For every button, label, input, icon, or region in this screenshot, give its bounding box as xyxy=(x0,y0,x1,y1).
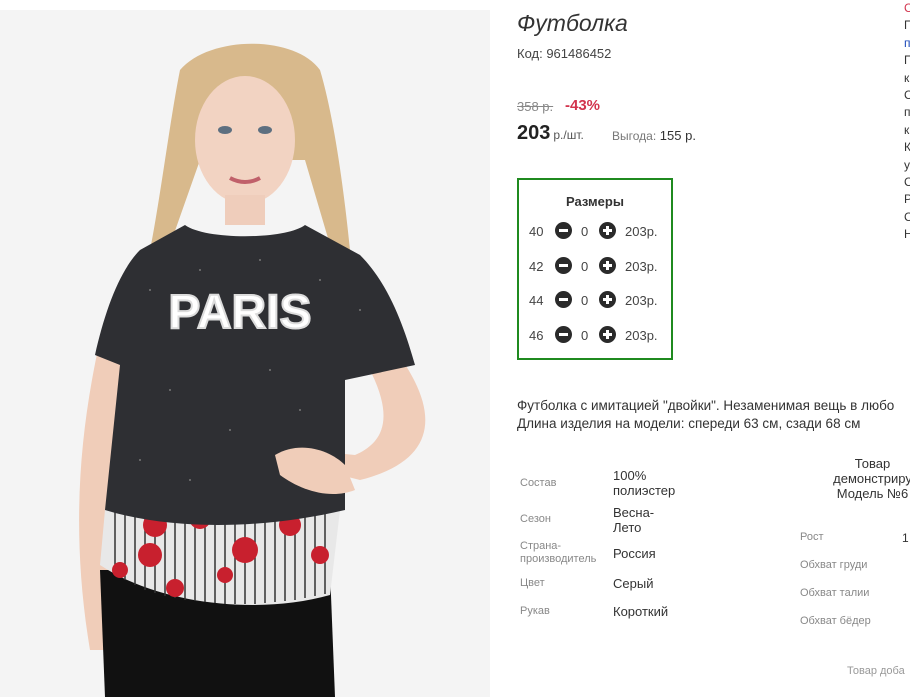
model-heading-line: демонстриру xyxy=(833,471,910,486)
model-param-value: 1 xyxy=(902,531,909,545)
product-sku: Код: 961486452 xyxy=(517,46,612,61)
minus-icon[interactable] xyxy=(555,222,572,239)
property-label: Страна-производитель xyxy=(520,540,597,565)
size-row: 40 0 203р. xyxy=(519,222,671,242)
size-price: 203р. xyxy=(625,293,658,308)
sidebar-fragment[interactable]: п xyxy=(904,35,910,52)
old-price: 358 р. xyxy=(517,99,554,114)
model-heading-line: Модель №6 xyxy=(836,486,909,501)
price-value: 203 xyxy=(517,122,551,144)
sidebar-fragment[interactable]: Н xyxy=(904,226,910,240)
size-quantity: 0 xyxy=(581,259,589,274)
plus-icon[interactable] xyxy=(599,257,616,274)
model-param-label: Обхват груди xyxy=(800,559,868,571)
product-photo[interactable]: PARIS xyxy=(0,10,490,697)
current-price: 203 р./шт. xyxy=(517,122,584,145)
sidebar-fragment[interactable]: С xyxy=(904,209,910,226)
savings-value: 155 р. xyxy=(659,128,696,143)
minus-icon[interactable] xyxy=(555,257,572,274)
model-photo-illustration: PARIS xyxy=(0,10,490,697)
model-info-heading: Товар демонстриру Модель №6 xyxy=(805,456,910,501)
size-label: 46 xyxy=(529,328,544,343)
property-value: Короткий xyxy=(613,604,669,619)
size-selector: Размеры 40 0 203р. 42 0 203р. 44 0 203р.… xyxy=(517,178,673,360)
savings: Выгода: 155 р. xyxy=(612,128,696,143)
product-description: Футболка с имитацией "двойки". Незаменим… xyxy=(517,397,910,433)
model-heading-line: Товар xyxy=(854,456,891,471)
sidebar-fragment[interactable]: п xyxy=(904,104,910,121)
size-label: 40 xyxy=(529,224,544,239)
size-price: 203р. xyxy=(625,259,658,274)
sidebar-fragment[interactable]: С xyxy=(904,174,910,191)
property-label: Состав xyxy=(520,477,557,489)
model-param-label: Обхват талии xyxy=(800,587,870,599)
property-value: Серый xyxy=(613,576,654,591)
size-label: 42 xyxy=(529,259,544,274)
description-line: Футболка с имитацией "двойки". Незаменим… xyxy=(517,398,895,413)
property-value: Весна-Лето xyxy=(613,505,655,535)
sidebar-fragment[interactable]: к xyxy=(904,70,910,87)
sizes-title: Размеры xyxy=(566,194,624,209)
property-label: Рукав xyxy=(520,605,550,617)
sidebar-fragment[interactable]: у xyxy=(904,157,910,174)
size-row: 46 0 203р. xyxy=(519,326,671,346)
size-label: 44 xyxy=(529,293,544,308)
size-row: 42 0 203р. xyxy=(519,257,671,277)
size-price: 203р. xyxy=(625,224,658,239)
size-quantity: 0 xyxy=(581,224,589,239)
sidebar-fragment[interactable]: С xyxy=(904,87,910,104)
plus-icon[interactable] xyxy=(599,326,616,343)
price-unit: р./шт. xyxy=(553,128,584,142)
size-price: 203р. xyxy=(625,328,658,343)
description-line: Длина изделия на модели: спереди 63 см, … xyxy=(517,416,861,431)
sidebar-fragment[interactable]: С xyxy=(904,0,910,17)
product-title: Футболка xyxy=(517,10,628,36)
size-quantity: 0 xyxy=(581,293,589,308)
property-value: 100% полиэстер xyxy=(613,468,676,498)
size-quantity: 0 xyxy=(581,328,589,343)
sidebar-fragment[interactable]: П xyxy=(904,52,910,69)
property-label: Цвет xyxy=(520,577,545,589)
plus-icon[interactable] xyxy=(599,222,616,239)
property-value: Россия xyxy=(613,546,656,561)
model-param-label: Рост xyxy=(800,531,824,543)
minus-icon[interactable] xyxy=(555,291,572,308)
discount-badge: -43% xyxy=(565,97,601,114)
sidebar-fragment[interactable]: П xyxy=(904,17,910,34)
savings-label: Выгода: xyxy=(612,129,657,143)
plus-icon[interactable] xyxy=(599,291,616,308)
model-param-label: Обхват бёдер xyxy=(800,615,871,627)
added-date-note: Товар доба xyxy=(847,665,905,677)
size-row: 44 0 203р. xyxy=(519,291,671,311)
shirt-print-text: PARIS xyxy=(168,286,311,339)
sidebar-fragment[interactable]: к xyxy=(904,122,910,139)
minus-icon[interactable] xyxy=(555,326,572,343)
sidebar-fragment[interactable]: К xyxy=(904,139,910,156)
sidebar-fragment[interactable]: Р xyxy=(904,191,910,208)
sidebar-links[interactable]: С П п П к С п к К у С Р С Н xyxy=(904,0,910,240)
property-label: Сезон xyxy=(520,513,551,525)
